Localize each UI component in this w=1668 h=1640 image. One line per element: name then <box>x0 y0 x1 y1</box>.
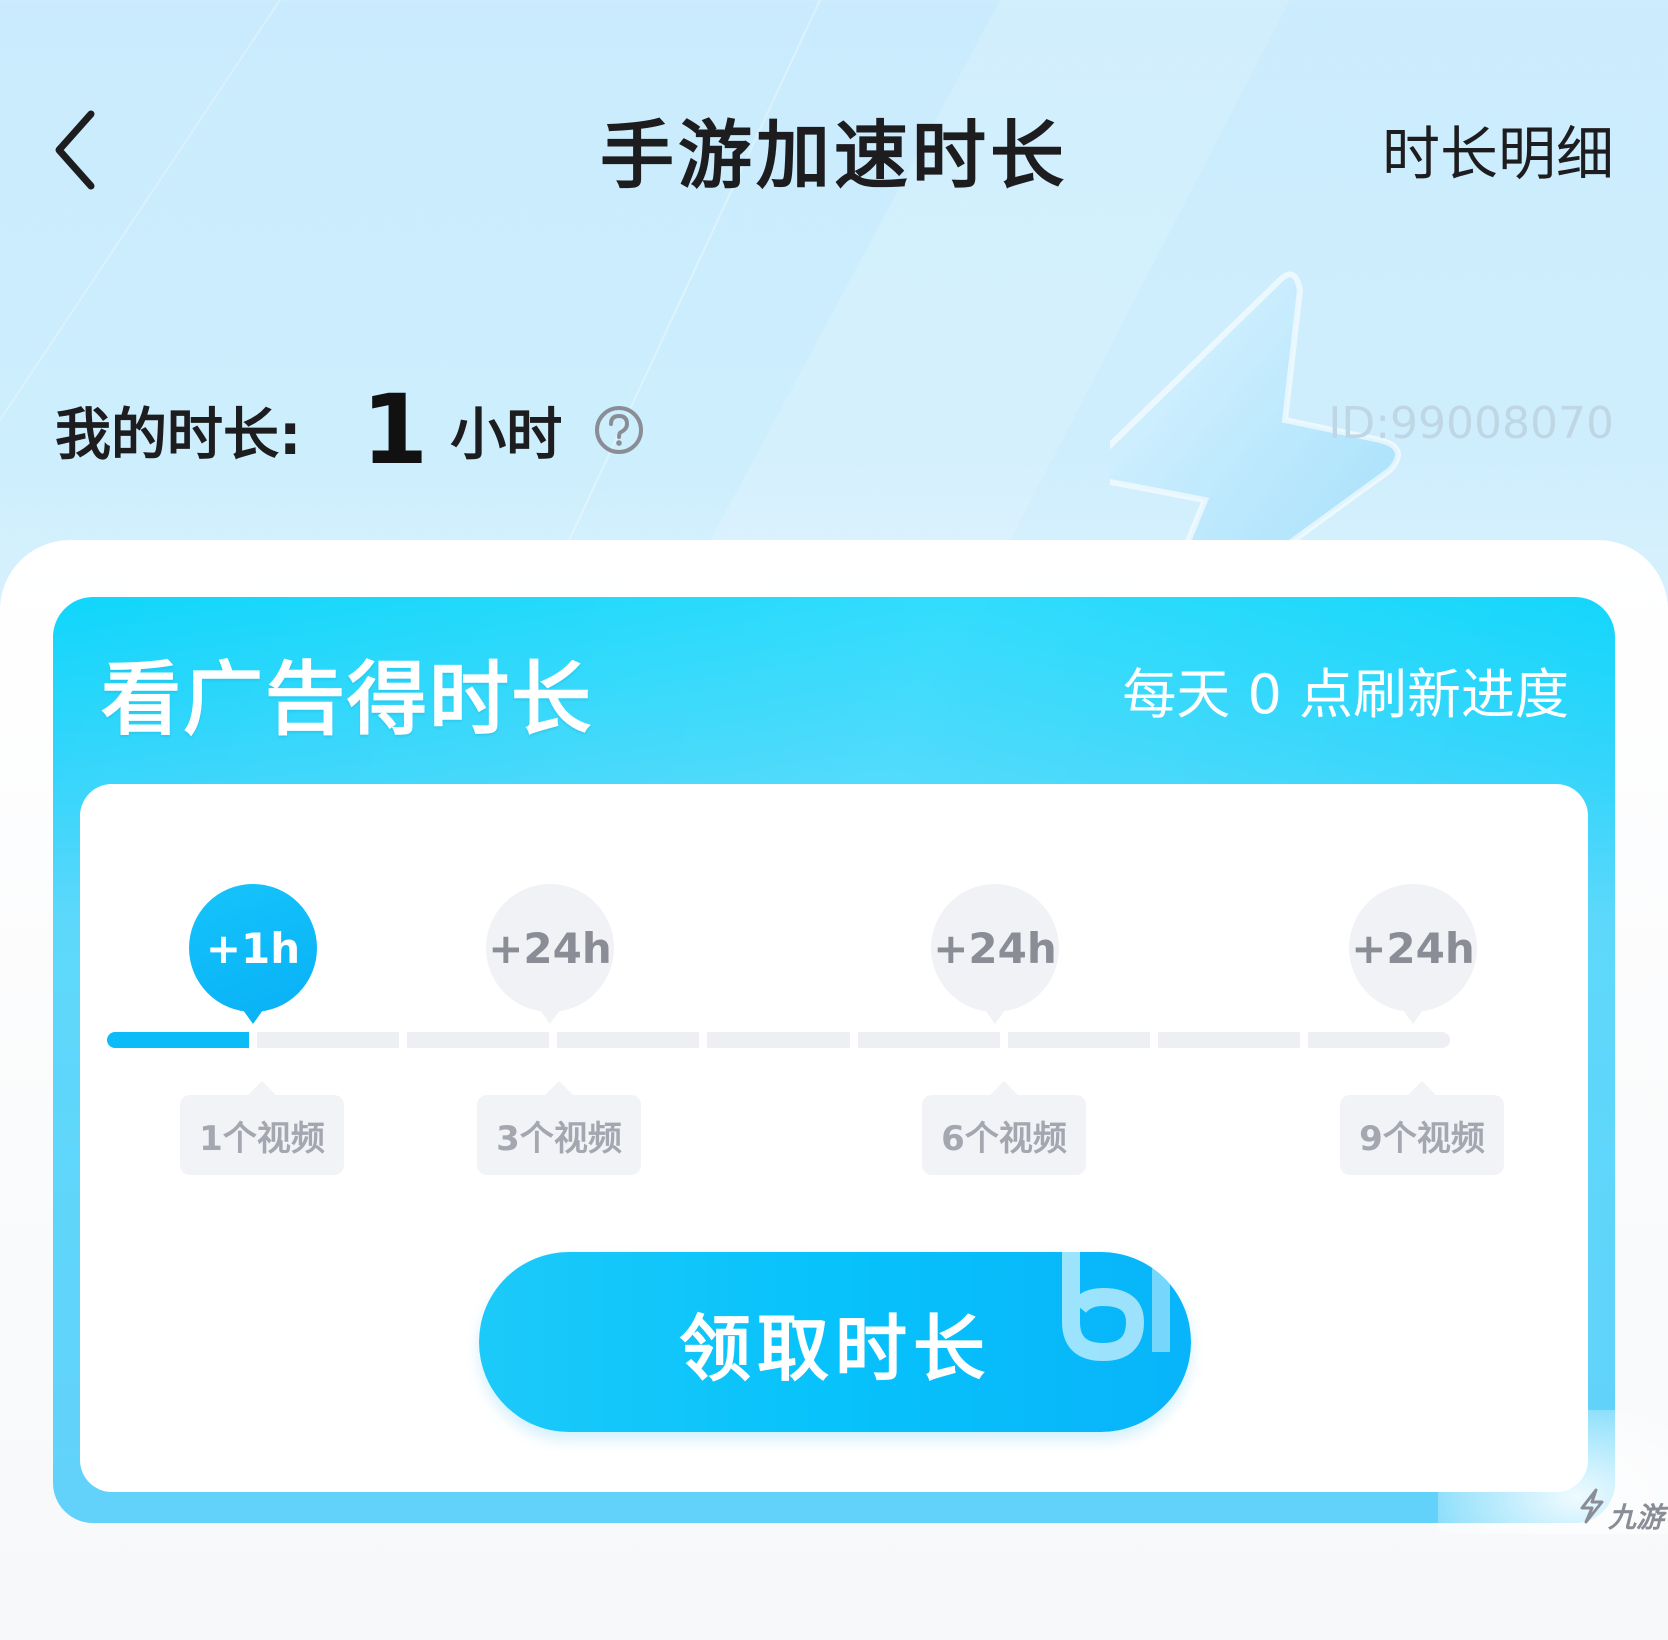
progress-segment <box>407 1032 550 1048</box>
my-duration-value: 1 <box>361 374 429 486</box>
milestone-reward-bubble: +24h <box>931 884 1059 1024</box>
progress-bar <box>107 1032 1450 1048</box>
claim-duration-button[interactable]: 领取时长 <box>479 1252 1191 1432</box>
user-id: ID:99008070 <box>1328 398 1614 449</box>
milestone-video-count: 1个视频 <box>180 1081 344 1175</box>
my-duration-row: 我的时长: 1 小时 <box>55 380 644 480</box>
my-duration-unit: 小时 <box>450 402 563 468</box>
progress-segment <box>857 1032 1000 1048</box>
progress-segment <box>107 1032 250 1048</box>
watermark-logo-icon <box>1580 1488 1604 1524</box>
progress-segment <box>707 1032 850 1048</box>
button-decoration-icon <box>1062 1252 1170 1362</box>
progress-segment <box>1307 1032 1450 1048</box>
refresh-hint: 每天 0 点刷新进度 <box>1122 663 1569 726</box>
duration-detail-link[interactable]: 时长明细 <box>1382 118 1614 190</box>
help-icon[interactable] <box>594 405 644 455</box>
progress-segment <box>557 1032 700 1048</box>
claim-button-label: 领取时长 <box>678 1306 991 1391</box>
milestone-video-count: 6个视频 <box>922 1081 1086 1175</box>
progress-segment <box>257 1032 400 1048</box>
milestone-reward-bubble: +24h <box>486 884 614 1024</box>
progress-segment <box>1157 1032 1300 1048</box>
progress-panel: +1h +24h +24h +24h 1个视频 3个视频 6个视频 9个视频 领… <box>80 784 1588 1492</box>
milestone-reward-bubble: +24h <box>1349 884 1477 1024</box>
ad-reward-card: 看广告得时长 每天 0 点刷新进度 +1h +24h +24h +24h 1个视… <box>53 597 1615 1523</box>
my-duration-label: 我的时长: <box>55 402 302 468</box>
watermark-text: 九游 <box>1608 1501 1665 1534</box>
milestone-video-count: 9个视频 <box>1340 1081 1504 1175</box>
milestone-reward-bubble: +1h <box>189 884 317 1024</box>
progress-segment <box>1007 1032 1150 1048</box>
milestone-video-count: 3个视频 <box>477 1081 641 1175</box>
card-title: 看广告得时长 <box>101 653 593 746</box>
